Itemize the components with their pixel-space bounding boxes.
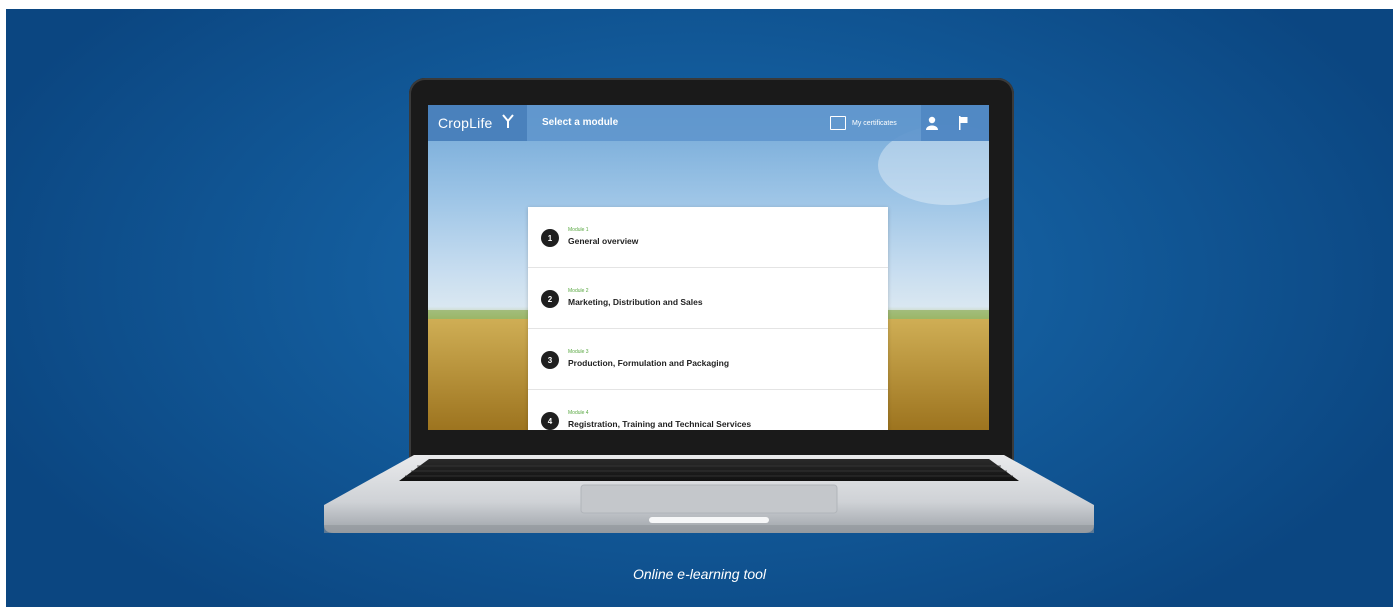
module-number-badge: 1 <box>541 229 559 247</box>
hero-banner: CropLife Select a module My certificates <box>6 9 1393 607</box>
module-title: Marketing, Distribution and Sales <box>568 297 703 307</box>
module-kicker: Module 3 <box>568 349 589 355</box>
user-icon[interactable] <box>926 116 938 130</box>
module-item-2[interactable]: 2 Module 2 Marketing, Distribution and S… <box>528 268 888 329</box>
app-header: CropLife Select a module My certificates <box>428 105 989 141</box>
croplife-plant-icon <box>502 114 514 128</box>
laptop-lid: CropLife Select a module My certificates <box>409 78 1014 471</box>
module-list: 1 Module 1 General overview 2 Module 2 M… <box>528 207 888 430</box>
laptop-base <box>324 455 1094 533</box>
caption: Online e-learning tool <box>632 566 767 582</box>
module-kicker: Module 2 <box>568 288 589 294</box>
my-certificates-button[interactable]: My certificates <box>830 113 897 133</box>
module-number-badge: 3 <box>541 351 559 369</box>
my-certificates-label: My certificates <box>852 119 897 127</box>
certificate-icon <box>830 116 846 130</box>
module-title: Registration, Training and Technical Ser… <box>568 419 752 429</box>
logo-area[interactable]: CropLife <box>428 105 527 141</box>
module-number-badge: 4 <box>541 412 559 430</box>
module-item-3[interactable]: 3 Module 3 Production, Formulation and P… <box>528 329 888 390</box>
module-kicker: Module 4 <box>568 410 589 416</box>
page-title: Select a module <box>542 117 619 128</box>
module-item-4[interactable]: 4 Module 4 Registration, Training and Te… <box>528 390 888 430</box>
croplife-logo: CropLife <box>438 115 493 131</box>
module-kicker: Module 1 <box>568 227 589 233</box>
module-number-badge: 2 <box>541 290 559 308</box>
module-title: Production, Formulation and Packaging <box>568 358 730 368</box>
module-item-1[interactable]: 1 Module 1 General overview <box>528 207 888 268</box>
laptop-screen: CropLife Select a module My certificates <box>428 105 989 430</box>
flag-icon[interactable] <box>959 116 969 130</box>
module-title: General overview <box>568 236 639 246</box>
